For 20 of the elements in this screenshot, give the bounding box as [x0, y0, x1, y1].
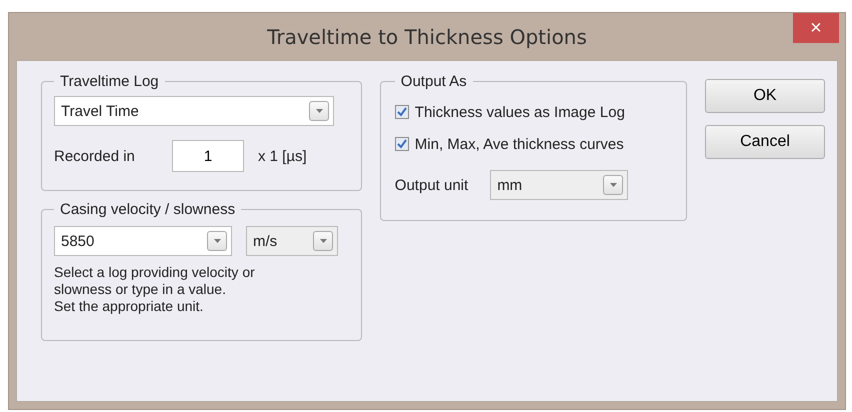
unit-label: x 1 [µs] [258, 148, 307, 164]
dialog-button[interactable]: OK [705, 79, 825, 113]
help-text: Select a log providing velocity or slowness or type in a value. Set the appropriate unit. [54, 264, 256, 315]
field-label: Recorded in [54, 148, 136, 164]
checkbox[interactable] [394, 105, 409, 119]
close-button[interactable]: × [793, 13, 839, 43]
group-label: Casing velocity / slowness [59, 201, 236, 218]
dropdown[interactable]: 5850 [54, 226, 232, 256]
checkbox-label: Min, Max, Ave thickness curves [414, 136, 624, 152]
window-title: Traveltime to Thickness Options [267, 24, 587, 48]
dropdown[interactable]: m/s [246, 226, 338, 256]
group-label: Traveltime Log [59, 73, 160, 90]
checkbox-label: Thickness values as Image Log [414, 104, 625, 120]
field-label: Output unit [394, 176, 468, 194]
input-field[interactable]: 1 [172, 140, 244, 172]
dropdown[interactable]: Travel Time [54, 96, 334, 126]
checkbox[interactable] [394, 137, 409, 151]
dialog-button[interactable]: Cancel [705, 125, 825, 159]
group-label: Output As [400, 73, 468, 90]
dropdown[interactable]: mm [490, 170, 628, 200]
